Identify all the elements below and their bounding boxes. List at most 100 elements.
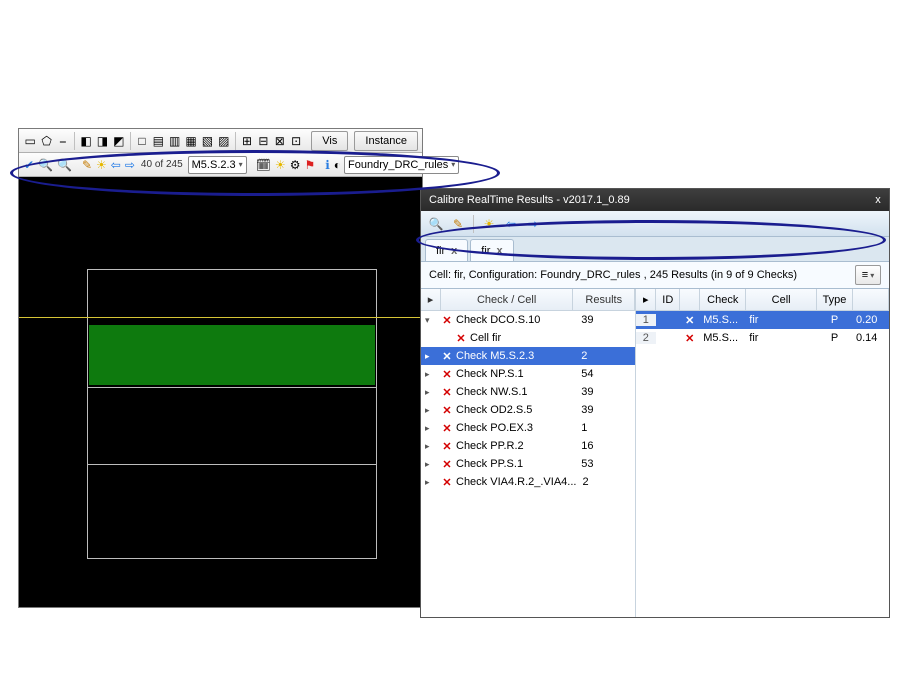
close-icon[interactable]: x (496, 245, 502, 257)
next-arrow-icon[interactable]: ⇨ (524, 215, 542, 233)
check-row[interactable]: ▸✕Check VIA4.R.2_.VIA4...2 (421, 473, 635, 491)
check-row[interactable]: ▸✕Check PP.S.153 (421, 455, 635, 473)
polygon-icon[interactable]: ⬠ (39, 132, 53, 150)
vis-button[interactable]: Vis (311, 131, 348, 151)
expand-toggle-icon[interactable]: ▸ (425, 459, 435, 470)
check-row[interactable]: ▸✕Check NP.S.154 (421, 365, 635, 383)
tab-label: fir (436, 245, 445, 257)
expand-toggle-icon[interactable]: ▸ (425, 423, 435, 434)
path-icon[interactable]: ⎯ (56, 132, 70, 150)
separator (130, 132, 131, 150)
prev-arrow-icon[interactable]: ⇦ (110, 156, 122, 174)
details-panel: ▸ ID Check Cell Type 1✕M5.S...firP0.202✕… (636, 289, 889, 617)
tab-label: fir (481, 245, 490, 257)
check-icon[interactable]: ✔ (23, 156, 35, 174)
check-row[interactable]: ▾✕Check DCO.S.1039 (421, 311, 635, 329)
tab-cell[interactable]: fir x (425, 239, 468, 261)
expand-toggle-icon[interactable]: ▾ (425, 315, 435, 326)
close-icon[interactable]: x (451, 245, 457, 257)
tool-icon[interactable]: ▨ (217, 132, 231, 150)
expand-toggle-icon[interactable]: ▸ (425, 405, 435, 416)
tool-icon[interactable]: ⊟ (256, 132, 270, 150)
tool-icon[interactable]: ⊠ (273, 132, 287, 150)
brush-icon[interactable]: ✎ (449, 215, 467, 233)
check-row[interactable]: ✕Cell fir (421, 329, 635, 347)
check-count: 39 (575, 404, 635, 416)
check-row-first: ▸✕Check VIA4.R.2_.VIA4... (421, 476, 576, 489)
column-header-check[interactable]: Check / Cell (441, 289, 573, 310)
check-count: 2 (576, 476, 635, 488)
tool-icon[interactable]: ▦ (184, 132, 198, 150)
column-header-type[interactable]: Type (817, 289, 853, 310)
options-button[interactable]: ≡ ▾ (855, 265, 881, 285)
detail-row[interactable]: 2✕M5.S...firP0.14 (636, 329, 889, 347)
realtime-results-window: Calibre RealTime Results - v2017.1_0.89 … (420, 188, 890, 618)
tree-toggle-header[interactable]: ▸ (421, 289, 441, 310)
tab-cell[interactable]: fir x (470, 239, 513, 261)
check-row-first: ▸✕Check NW.S.1 (421, 386, 575, 399)
magnify-icon[interactable]: 🔍 (56, 156, 73, 174)
expand-toggle-icon[interactable]: ▸ (425, 369, 435, 380)
tool-icon[interactable]: ◨ (95, 132, 109, 150)
config-select-value: Foundry_DRC_rules (348, 159, 448, 171)
column-header-id[interactable]: ID (656, 289, 680, 310)
close-icon[interactable]: x (867, 189, 889, 211)
tool-icon[interactable]: ◩ (112, 132, 126, 150)
check-name: Check PP.S.1 (456, 458, 523, 470)
flag-icon[interactable]: ⚑ (303, 156, 316, 174)
help-icon[interactable]: ℹ (324, 156, 331, 174)
results-titlebar[interactable]: Calibre RealTime Results - v2017.1_0.89 … (421, 189, 889, 211)
layout-canvas[interactable] (19, 177, 422, 607)
new-rect-icon[interactable]: ▭ (23, 132, 37, 150)
tool-icon[interactable]: ▤ (151, 132, 165, 150)
expand-toggle-icon[interactable]: ▸ (425, 477, 435, 488)
detail-check: M5.S... (700, 314, 746, 326)
calendar-icon[interactable]: 🗓 (255, 156, 272, 174)
check-row[interactable]: ▸✕Check M5.S.2.32 (421, 347, 635, 365)
instance-tab[interactable]: Instance (354, 131, 418, 151)
tool-icon[interactable]: □ (135, 132, 149, 150)
tool-icon[interactable]: ⊞ (240, 132, 254, 150)
prev-arrow-icon[interactable]: ⇦ (502, 215, 520, 233)
detail-row[interactable]: 1✕M5.S...firP0.20 (636, 311, 889, 329)
tool-icon[interactable]: ◧ (79, 132, 93, 150)
layout-ruler-line (19, 317, 422, 318)
tool-icon[interactable]: ◐ (333, 156, 342, 174)
check-row-first: ▾✕Check DCO.S.10 (421, 314, 575, 327)
check-row[interactable]: ▸✕Check NW.S.139 (421, 383, 635, 401)
checks-tree[interactable]: ▾✕Check DCO.S.1039✕Cell fir▸✕Check M5.S.… (421, 311, 635, 617)
column-header-value[interactable] (853, 289, 889, 310)
detail-value: 0.20 (853, 314, 889, 326)
column-header-status[interactable] (680, 289, 700, 310)
tool-icon[interactable]: ▧ (200, 132, 214, 150)
column-header-cell[interactable]: Cell (746, 289, 817, 310)
error-x-icon: ✕ (680, 314, 700, 327)
config-select[interactable]: Foundry_DRC_rules ▾ (344, 156, 459, 174)
layout-highlighted-shape (89, 325, 375, 385)
highlight-icon[interactable]: ☀ (274, 156, 287, 174)
tool-icon[interactable]: ⊡ (289, 132, 303, 150)
results-title: Calibre RealTime Results - v2017.1_0.89 (429, 194, 630, 206)
column-header-check[interactable]: Check (700, 289, 746, 310)
check-row[interactable]: ▸✕Check OD2.S.539 (421, 401, 635, 419)
check-row[interactable]: ▸✕Check PP.R.216 (421, 437, 635, 455)
expand-toggle-icon[interactable]: ▸ (425, 441, 435, 452)
magnify-icon[interactable]: 🔍 (427, 215, 445, 233)
check-row[interactable]: ▸✕Check PO.EX.31 (421, 419, 635, 437)
magnify-icon[interactable]: 🔍 (37, 156, 54, 174)
highlight-icon[interactable]: ☀ (95, 156, 108, 174)
rule-select[interactable]: M5.S.2.3 ▾ (188, 156, 247, 174)
brush-icon[interactable]: ✎ (81, 156, 93, 174)
expand-toggle-icon[interactable]: ▸ (425, 351, 435, 362)
column-header-results[interactable]: Results (573, 289, 635, 310)
expand-toggle-icon[interactable]: ▸ (425, 387, 435, 398)
detail-cell: fir (746, 332, 817, 344)
row-toggle-header[interactable]: ▸ (636, 289, 656, 310)
detail-type: P (817, 332, 853, 344)
tool-icon[interactable]: ▥ (168, 132, 182, 150)
checks-panel: ▸ Check / Cell Results ▾✕Check DCO.S.103… (421, 289, 636, 617)
highlight-icon[interactable]: ☀ (480, 215, 498, 233)
details-list[interactable]: 1✕M5.S...firP0.202✕M5.S...firP0.14 (636, 311, 889, 617)
gear-icon[interactable]: ⚙ (289, 156, 302, 174)
next-arrow-icon[interactable]: ⇨ (124, 156, 136, 174)
